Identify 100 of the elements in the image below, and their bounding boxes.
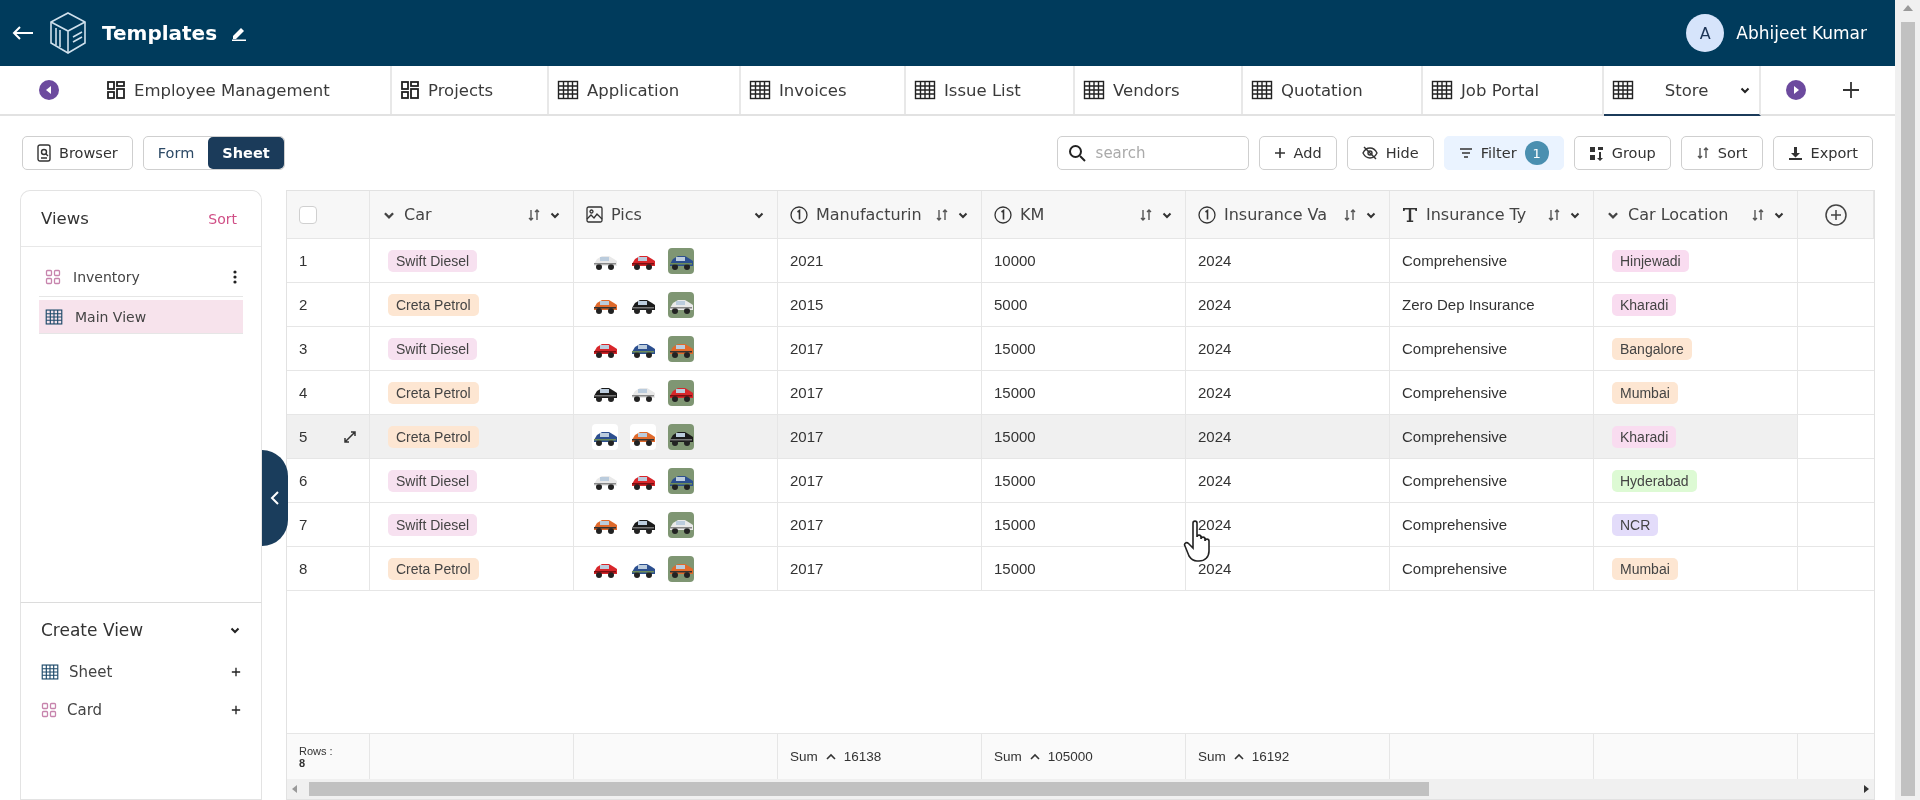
location-tag: Hinjewadi xyxy=(1612,249,1689,272)
chevron-up-icon[interactable] xyxy=(1029,752,1040,761)
sort-icon xyxy=(1343,207,1357,222)
row-number: 1 xyxy=(299,252,308,269)
plus-icon xyxy=(1273,147,1286,159)
table-cell: 2017 xyxy=(790,384,824,401)
table-cell: 10000 xyxy=(994,252,1036,269)
car-tag: Creta Petrol xyxy=(388,557,479,580)
table-row[interactable]: 8 Creta Petrol 2017 15000 2024 Comprehensive Mumbai xyxy=(287,547,1874,591)
mode-toggle[interactable]: Form xyxy=(143,137,209,169)
create-view-item[interactable]: Sheet xyxy=(41,653,241,691)
panel-title: Views xyxy=(41,209,89,228)
search-field[interactable]: search xyxy=(1056,136,1249,170)
column-header[interactable]: Car xyxy=(370,191,574,238)
sort-button[interactable]: Sort xyxy=(1680,136,1763,170)
card-icon xyxy=(41,702,57,718)
sort-icon xyxy=(1751,207,1765,222)
table-cell: 2024 xyxy=(1198,472,1232,489)
car-tag: Swift Diesel xyxy=(388,337,478,360)
add-button[interactable]: Add xyxy=(1258,136,1337,170)
eye-off-icon xyxy=(1361,145,1378,161)
user-avatar[interactable]: A xyxy=(1686,14,1725,52)
location-tag: Hyderabad xyxy=(1612,469,1697,492)
row-number: 8 xyxy=(299,560,308,577)
table-icon xyxy=(1083,79,1105,101)
number-icon xyxy=(1198,205,1216,224)
filter-button[interactable]: Filter 1 xyxy=(1443,136,1564,170)
table-cell: 2024 xyxy=(1198,296,1232,313)
car-tag: Swift Diesel xyxy=(388,513,478,536)
sum-label[interactable]: Sum xyxy=(1198,749,1226,764)
table-icon xyxy=(1612,79,1634,101)
table-row[interactable]: 5 Creta Petrol 2017 15000 2024 Comprehensive Kharadi xyxy=(287,415,1874,459)
table-row[interactable]: 4 Creta Petrol 2017 15000 2024 Comprehensive Mumbai xyxy=(287,371,1874,415)
cube-logo-icon xyxy=(48,11,88,55)
table-cell: 15000 xyxy=(994,472,1036,489)
table-row[interactable]: 1 Swift Diesel 2021 10000 2024 Comprehensive Hinjewadi xyxy=(287,239,1874,283)
horizontal-scrollbar[interactable] xyxy=(287,779,1874,799)
table-cell: Comprehensive xyxy=(1402,252,1508,269)
table-cell: Comprehensive xyxy=(1402,384,1508,401)
view-item[interactable]: Main View xyxy=(39,300,243,334)
location-tag: Mumbai xyxy=(1612,557,1678,580)
column-header[interactable]: Car Location xyxy=(1594,191,1798,238)
chevron-up-icon[interactable] xyxy=(1233,752,1244,761)
chevron-left-icon xyxy=(270,490,280,506)
sheet-icon xyxy=(45,307,63,326)
grid-icon xyxy=(106,80,126,100)
arrow-right-icon xyxy=(1786,80,1806,100)
sort-link[interactable]: Sort xyxy=(208,210,237,227)
sort-icon xyxy=(935,207,949,222)
table-cell: Comprehensive xyxy=(1402,340,1508,357)
mode-toggle[interactable]: Sheet xyxy=(208,137,284,169)
export-button[interactable]: Export xyxy=(1772,136,1873,170)
car-tag: Creta Petrol xyxy=(388,293,479,316)
table-icon xyxy=(1431,79,1453,101)
browser-button[interactable]: Browser xyxy=(22,136,133,170)
more-icon[interactable] xyxy=(233,269,237,284)
column-header[interactable]: Insurance Ty xyxy=(1390,191,1594,238)
table-row[interactable]: 2 Creta Petrol 2015 5000 2024 Zero Dep Insurance Kharadi xyxy=(287,283,1874,327)
view-item[interactable]: Inventory xyxy=(39,257,243,297)
table-row[interactable]: 3 Swift Diesel 2017 15000 2024 Comprehensive Bangalore xyxy=(287,327,1874,371)
add-column-icon[interactable] xyxy=(1824,203,1847,226)
sum-label[interactable]: Sum xyxy=(994,749,1022,764)
edit-icon[interactable] xyxy=(231,25,248,41)
expand-icon[interactable] xyxy=(343,429,357,444)
table-cell: Comprehensive xyxy=(1402,516,1508,533)
filter-icon xyxy=(1458,147,1473,159)
create-view-toggle[interactable]: Create View xyxy=(41,607,241,653)
column-header[interactable]: KM xyxy=(982,191,1186,238)
count-badge: 1 xyxy=(1524,141,1549,165)
download-icon xyxy=(1787,145,1803,161)
image-icon xyxy=(586,206,603,223)
group-button[interactable]: Group xyxy=(1573,136,1671,170)
create-view-item[interactable]: Card xyxy=(41,691,241,729)
table-cell: 2024 xyxy=(1198,516,1232,533)
sum-label[interactable]: Sum xyxy=(790,749,818,764)
location-tag: NCR xyxy=(1612,513,1659,536)
table-icon xyxy=(749,79,771,101)
location-tag: Kharadi xyxy=(1612,293,1677,316)
table-row[interactable]: 7 Swift Diesel 2017 15000 2024 Comprehensive NCR xyxy=(287,503,1874,547)
collapse-button[interactable] xyxy=(262,450,288,546)
back-button[interactable] xyxy=(12,25,34,41)
table-row[interactable]: 6 Swift Diesel 2017 15000 2024 Comprehensive Hyderabad xyxy=(287,459,1874,503)
sheet-icon xyxy=(41,663,59,681)
row-number: 4 xyxy=(299,384,308,401)
sort-icon xyxy=(1695,146,1710,160)
scroll-right-icon[interactable] xyxy=(1862,785,1870,793)
hide-button[interactable]: Hide xyxy=(1346,136,1434,170)
table-cell: 2017 xyxy=(790,560,824,577)
select-all-checkbox[interactable] xyxy=(299,205,317,224)
table-cell: 15000 xyxy=(994,516,1036,533)
number-icon xyxy=(994,205,1012,224)
row-number: 5 xyxy=(299,428,308,445)
vertical-scrollbar[interactable] xyxy=(1895,0,1920,800)
tab[interactable]: Store xyxy=(1604,66,1761,116)
column-header[interactable]: Insurance Va xyxy=(1186,191,1390,238)
column-header[interactable]: Manufacturin xyxy=(778,191,982,238)
rows-count: 8 xyxy=(299,756,307,769)
chevron-up-icon[interactable] xyxy=(825,752,836,761)
plus-icon xyxy=(1842,81,1860,99)
column-header[interactable]: Pics xyxy=(574,191,778,238)
